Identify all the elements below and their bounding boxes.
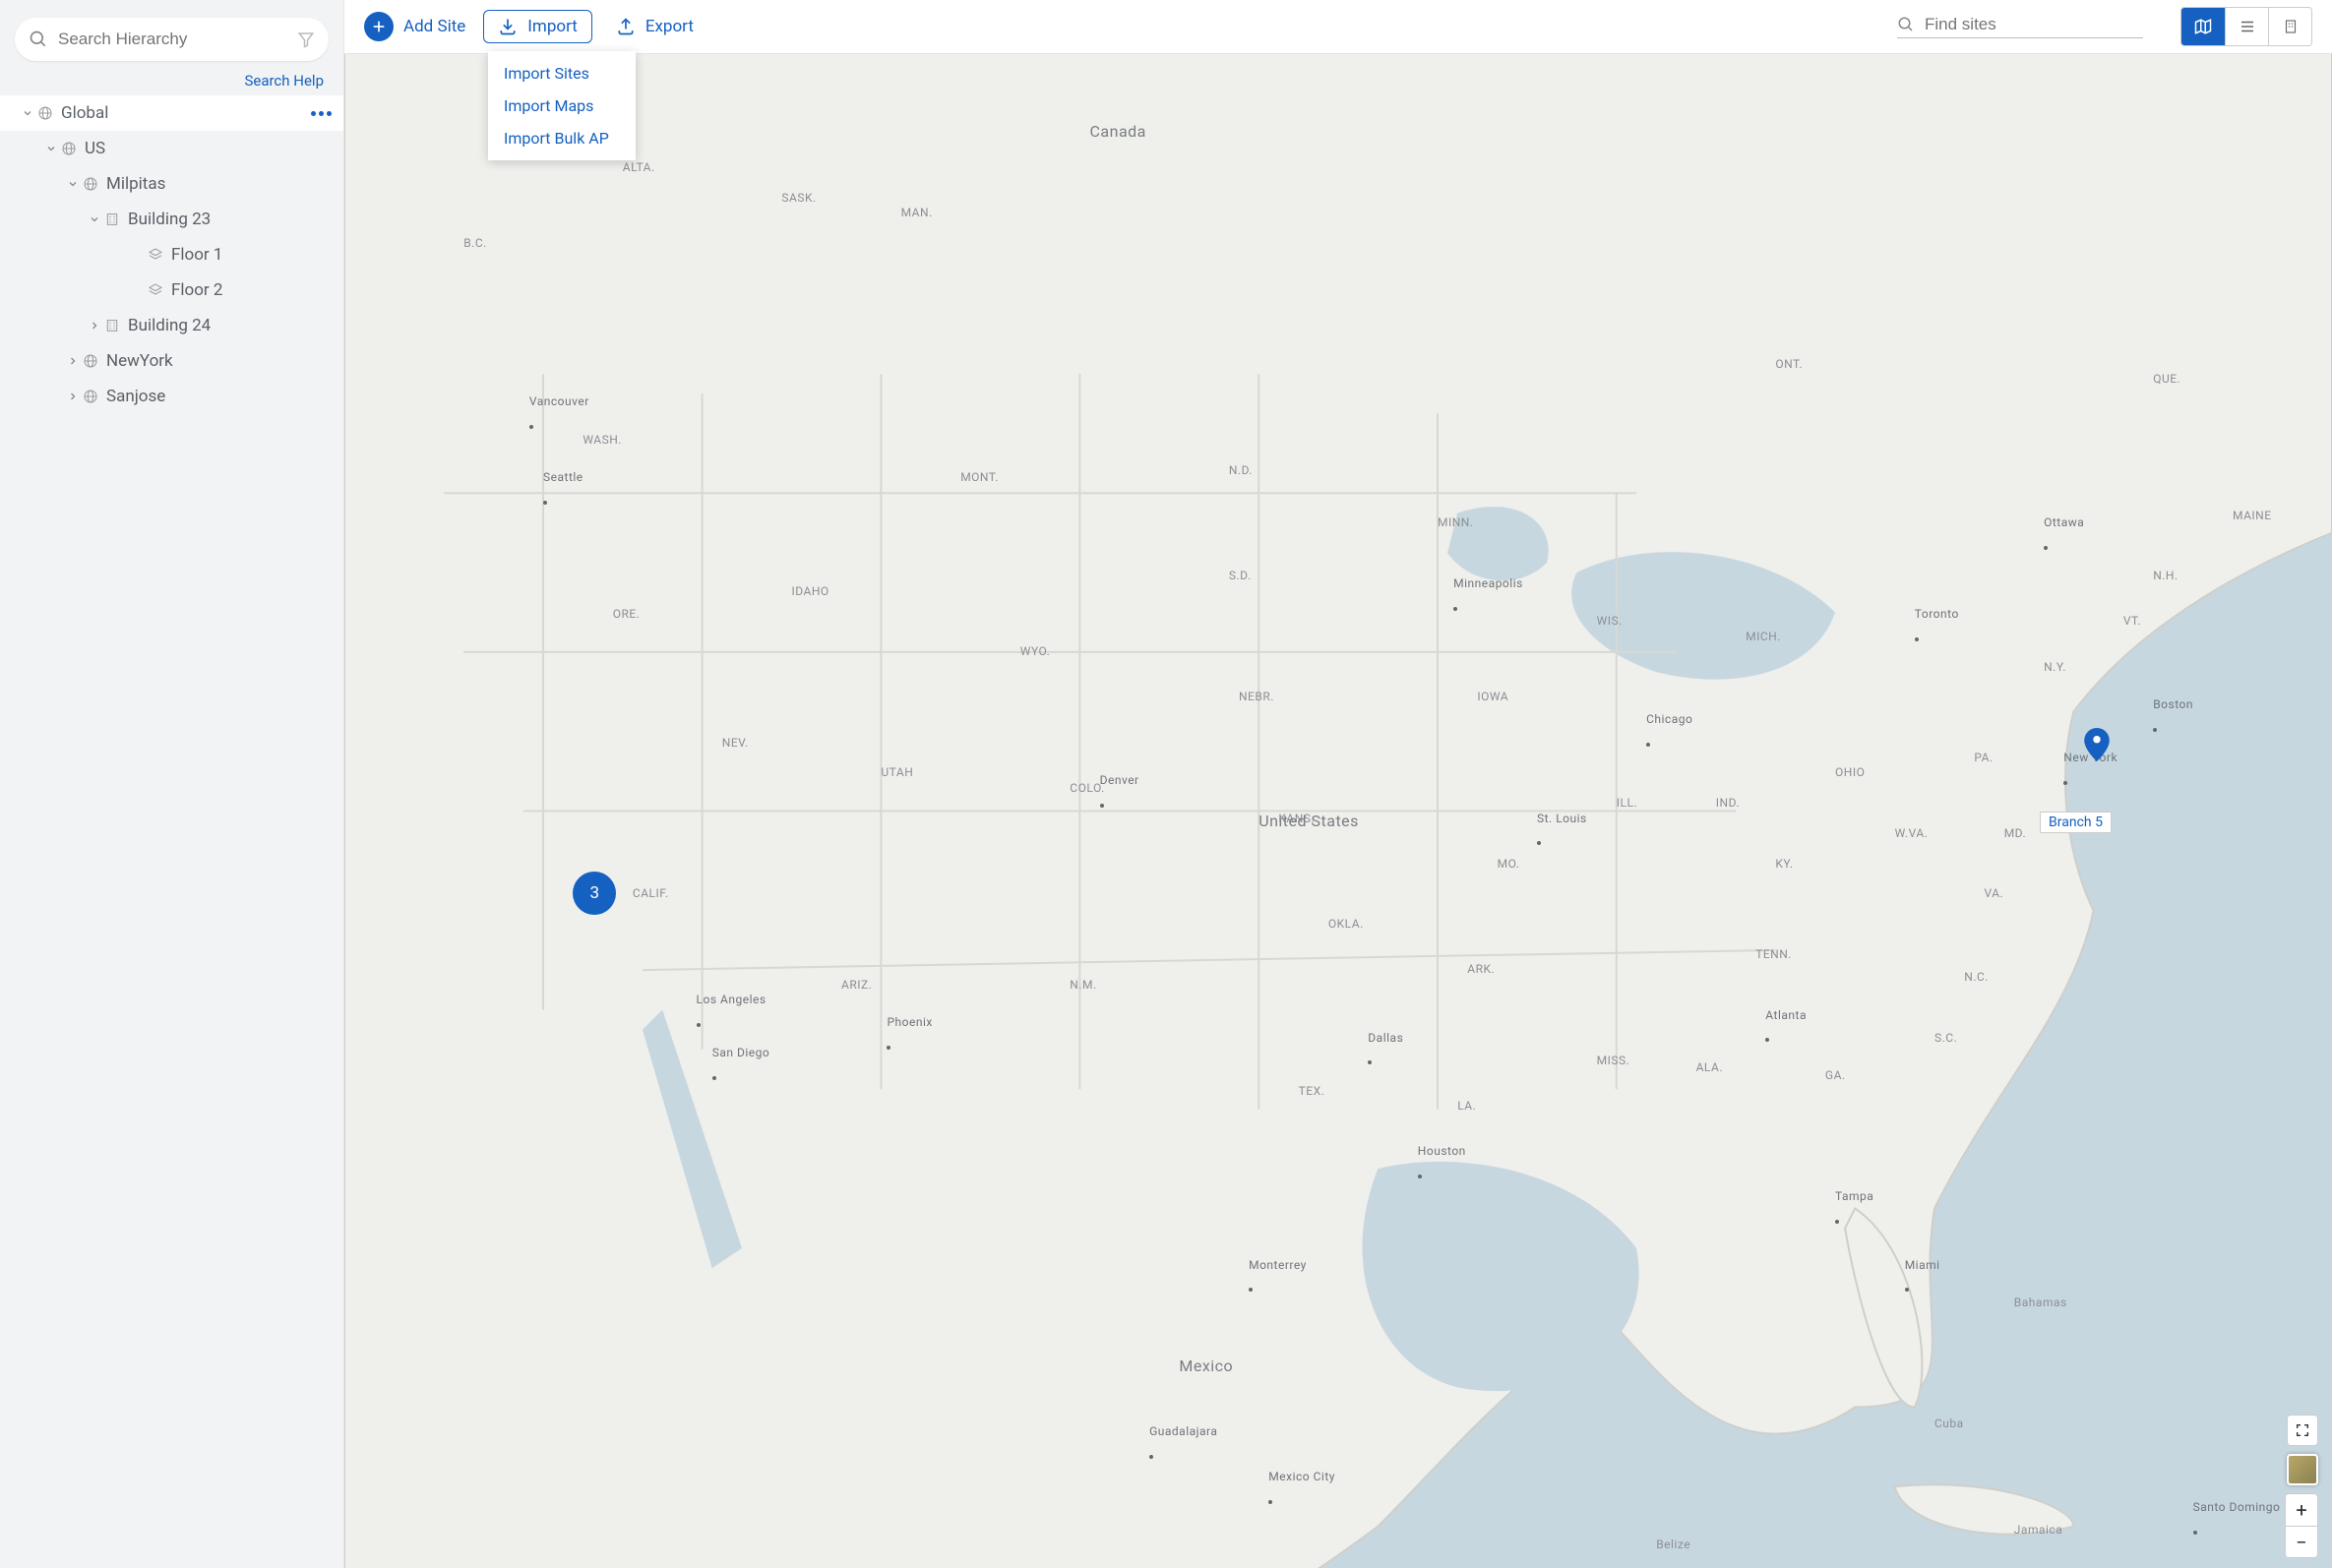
search-wrap <box>0 0 343 65</box>
filter-icon[interactable] <box>297 30 315 48</box>
import-button[interactable]: Import <box>483 10 592 43</box>
tree-node-label: NewYork <box>106 351 173 371</box>
fullscreen-button[interactable] <box>2287 1415 2318 1446</box>
city-dot <box>1453 607 1457 611</box>
city-dot <box>1915 637 1919 641</box>
globe-icon <box>61 141 77 156</box>
search-icon <box>1897 16 1915 33</box>
tree-node-us[interactable]: US <box>0 131 343 166</box>
list-view-button[interactable] <box>2225 8 2268 45</box>
map-icon <box>2194 18 2212 35</box>
tree-node-label: Building 23 <box>128 210 211 229</box>
main: Add Site Import Export Imp <box>344 0 2332 1568</box>
find-sites-input[interactable] <box>1925 15 2143 34</box>
search-help-wrap: Search Help <box>0 65 343 95</box>
building-view-button[interactable] <box>2268 8 2311 45</box>
city-dot <box>712 1076 716 1080</box>
find-sites-box[interactable] <box>1897 15 2143 38</box>
add-site-button[interactable]: Add Site <box>364 12 465 41</box>
chevron-icon[interactable] <box>63 355 83 367</box>
tree-node-label: Building 24 <box>128 316 211 335</box>
tree-node-label: Floor 2 <box>171 280 222 300</box>
floor-icon <box>148 282 163 298</box>
site-marker-branch5[interactable] <box>2084 728 2110 761</box>
import-menu-item-import-bulk-ap[interactable]: Import Bulk AP <box>488 122 636 154</box>
export-button[interactable]: Export <box>610 13 700 40</box>
zoom-out-button[interactable]: − <box>2286 1526 2317 1557</box>
search-hierarchy-box[interactable] <box>15 18 329 61</box>
tree-node-sanjose[interactable]: Sanjose <box>0 379 343 414</box>
city-dot <box>1100 804 1104 808</box>
map-container[interactable]: B.C.CanadaALTA.SASK.MAN.ONT.QUE.MAINEN.H… <box>344 54 2332 1568</box>
sidebar: Search Help Global USMilpitas Building 23 F… <box>0 0 344 1568</box>
city-dot <box>543 501 547 505</box>
tree-node-label: Floor 1 <box>171 245 222 265</box>
terrain-toggle-button[interactable] <box>2287 1454 2318 1485</box>
add-site-label: Add Site <box>403 17 465 36</box>
globe-icon <box>83 176 98 192</box>
floor-icon <box>148 247 163 263</box>
globe-icon <box>37 105 53 121</box>
chevron-icon[interactable] <box>85 213 104 225</box>
tree-node-building-24[interactable]: Building 24 <box>0 308 343 343</box>
search-help-link[interactable]: Search Help <box>244 72 324 90</box>
tree-node-floor-1[interactable]: Floor 1 <box>0 237 343 272</box>
tree-node-milpitas[interactable]: Milpitas <box>0 166 343 202</box>
map-view-button[interactable] <box>2181 8 2225 45</box>
tree-node-building-23[interactable]: Building 23 <box>0 202 343 237</box>
building-icon <box>104 211 120 227</box>
building-icon <box>2282 18 2300 35</box>
list-icon <box>2239 18 2256 35</box>
chevron-icon[interactable] <box>63 178 83 190</box>
city-dot <box>697 1023 701 1027</box>
tree-node-label: Milpitas <box>106 174 165 194</box>
city-dot <box>1418 1175 1422 1178</box>
import-label: Import <box>527 17 578 36</box>
import-menu-item-import-maps[interactable]: Import Maps <box>488 90 636 122</box>
city-dot <box>1905 1288 1909 1292</box>
zoom-in-button[interactable]: + <box>2286 1494 2317 1526</box>
city-dot <box>2193 1531 2197 1535</box>
marker-label-branch5[interactable]: Branch 5 <box>2040 812 2112 833</box>
globe-icon <box>83 389 98 404</box>
search-hierarchy-input[interactable] <box>58 30 297 49</box>
tree-node-label: US <box>85 139 105 158</box>
import-dropdown: Import SitesImport MapsImport Bulk AP <box>488 51 636 160</box>
import-icon <box>498 17 518 36</box>
chevron-icon[interactable] <box>41 143 61 154</box>
globe-icon <box>83 353 98 369</box>
cluster-count: 3 <box>590 883 600 903</box>
tree-node-newyork[interactable]: NewYork <box>0 343 343 379</box>
import-menu-item-import-sites[interactable]: Import Sites <box>488 57 636 90</box>
building-icon <box>104 318 120 333</box>
tree-node-label: Sanjose <box>106 387 165 406</box>
tree-node-label: Global <box>61 103 108 123</box>
tree-node-floor-2[interactable]: Floor 2 <box>0 272 343 308</box>
search-icon <box>29 30 48 49</box>
tree-node-global[interactable]: Global <box>0 95 343 131</box>
city-dot <box>529 425 533 429</box>
city-dot <box>1149 1455 1153 1459</box>
plus-icon <box>364 12 394 41</box>
chevron-icon[interactable] <box>63 391 83 402</box>
chevron-icon[interactable] <box>85 320 104 332</box>
map-controls: + − <box>2285 1415 2318 1558</box>
toolbar: Add Site Import Export Imp <box>344 0 2332 54</box>
export-label: Export <box>645 17 694 36</box>
map-svg <box>344 54 2332 1568</box>
chevron-icon[interactable] <box>18 107 37 119</box>
city-dot <box>1835 1220 1839 1224</box>
zoom-controls: + − <box>2285 1493 2318 1558</box>
view-toggle <box>2180 7 2312 46</box>
more-icon[interactable] <box>311 111 332 116</box>
hierarchy-tree: Global USMilpitas Building 23 Floor 1 Floor … <box>0 95 343 1568</box>
export-icon <box>616 17 636 36</box>
